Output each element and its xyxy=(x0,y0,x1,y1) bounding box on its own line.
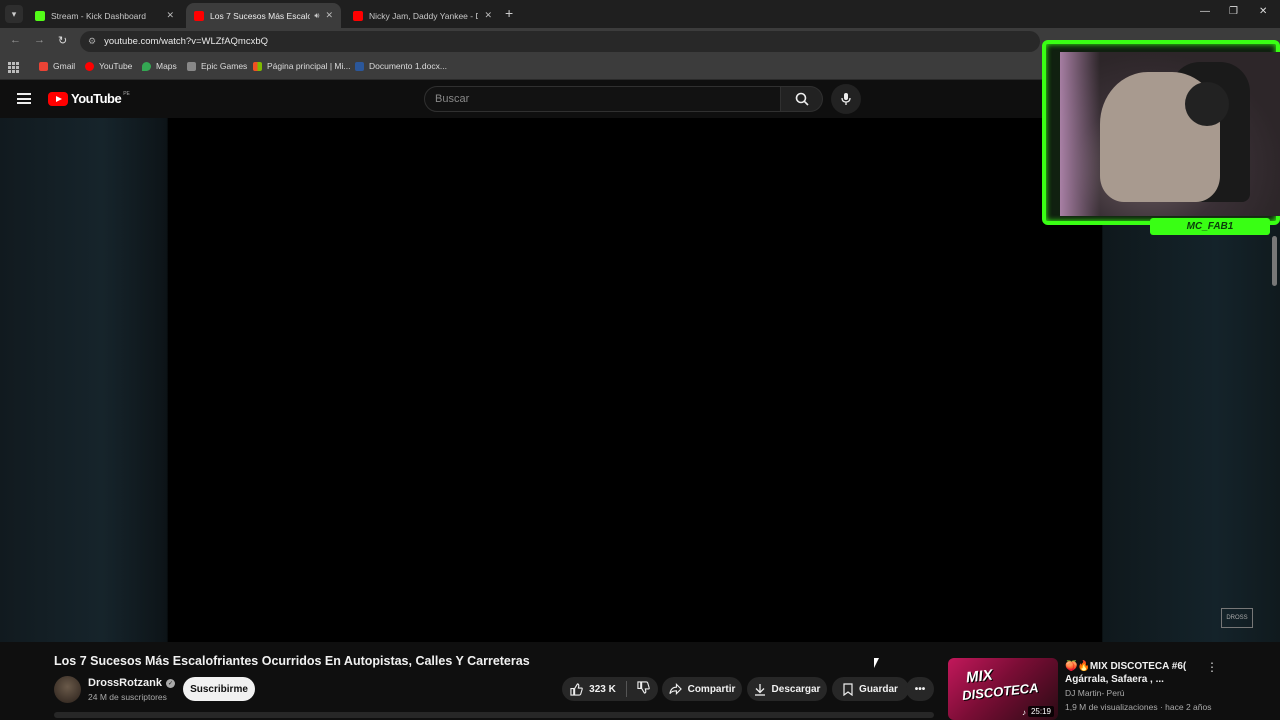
bookmark-maps[interactable]: Maps xyxy=(142,61,177,71)
kick-icon xyxy=(35,10,45,21)
music-note-icon: ♪ xyxy=(1022,708,1026,717)
bookmark-gmail[interactable]: Gmail xyxy=(39,61,75,71)
apps-grid-icon[interactable] xyxy=(8,62,19,73)
subscribe-button[interactable]: Suscribirme xyxy=(183,677,255,701)
search-input[interactable]: Buscar xyxy=(424,86,781,112)
word-icon xyxy=(355,61,364,71)
like-count: 323 K xyxy=(589,683,616,695)
thumbnail-text-line1: MIX xyxy=(965,666,994,687)
share-button[interactable]: Compartir xyxy=(662,677,742,701)
search-icon xyxy=(795,92,809,106)
browser-tab-strip: ▾ Stream - Kick Dashboard ✕ Los 7 Suceso… xyxy=(0,0,1280,28)
like-button[interactable]: 323 K xyxy=(570,682,616,696)
page-scrollbar[interactable] xyxy=(1272,236,1277,286)
window-close-button[interactable]: ✕ xyxy=(1259,6,1267,17)
tab-current-video[interactable]: Los 7 Sucesos Más Escalofri 🔊︎ ✕ xyxy=(186,3,341,28)
thumbs-up-icon xyxy=(570,682,583,696)
video-title: Los 7 Sucesos Más Escalofriantes Ocurrid… xyxy=(54,654,530,668)
site-info-icon[interactable]: ⚙ xyxy=(88,36,96,47)
search-button[interactable] xyxy=(781,86,823,112)
bookmark-microsoft[interactable]: Página principal | Mi... xyxy=(253,61,350,71)
new-tab-button[interactable]: + xyxy=(505,5,513,21)
like-dislike-group: 323 K xyxy=(562,677,658,701)
channel-avatar[interactable] xyxy=(54,676,81,703)
menu-icon[interactable] xyxy=(17,93,31,104)
youtube-logo[interactable]: YouTube PE xyxy=(48,91,130,106)
youtube-icon xyxy=(353,10,363,21)
description-bar[interactable] xyxy=(54,712,934,718)
bookmark-epic-games[interactable]: Epic Games xyxy=(187,61,247,71)
channel-name[interactable]: DrossRotzank xyxy=(88,677,162,689)
epic-games-icon xyxy=(187,61,196,71)
forward-button[interactable]: → xyxy=(34,34,45,46)
thumbs-down-icon xyxy=(637,681,650,694)
recommended-channel-name[interactable]: DJ Martin- Perú xyxy=(1065,688,1125,698)
tab-title: Los 7 Sucesos Más Escalofri xyxy=(210,10,311,21)
verified-icon: ✓ xyxy=(165,678,175,688)
share-label: Compartir xyxy=(687,683,736,695)
microsoft-icon xyxy=(253,61,262,71)
recommended-video-meta: 1,9 M de visualizaciones · hace 2 años xyxy=(1065,702,1212,712)
webcam-feed xyxy=(1060,52,1280,216)
streamer-name-tag: MC_FAB1 xyxy=(1150,218,1270,235)
youtube-icon xyxy=(194,10,204,21)
youtube-play-icon xyxy=(48,91,68,106)
subscriber-count: 24 M de suscriptores xyxy=(88,692,167,702)
bookmark-label: Maps xyxy=(156,61,177,71)
share-icon xyxy=(668,683,682,695)
microphone-icon xyxy=(841,93,851,105)
recommended-video-title[interactable]: 🍑🔥MIX DISCOTECA #6( Agárrala, Safaera , … xyxy=(1065,660,1200,686)
country-code: PE xyxy=(123,91,130,97)
bookmark-youtube[interactable]: YouTube xyxy=(85,61,132,71)
search-placeholder: Buscar xyxy=(435,93,470,105)
divider xyxy=(625,681,627,697)
bookmark-word-doc[interactable]: Documento 1.docx... xyxy=(355,61,447,71)
channel-watermark[interactable]: DROSS xyxy=(1221,608,1253,628)
dislike-button[interactable] xyxy=(637,681,650,697)
close-icon[interactable]: ✕ xyxy=(325,10,333,21)
more-actions-button[interactable]: ••• xyxy=(906,677,934,701)
bookmark-label: Página principal | Mi... xyxy=(267,61,351,71)
tab-title: Stream - Kick Dashboard xyxy=(51,10,146,21)
restore-button[interactable]: ❐ xyxy=(1229,6,1238,17)
minimize-button[interactable]: — xyxy=(1200,6,1210,17)
reload-button[interactable]: ↻ xyxy=(58,34,67,47)
youtube-icon xyxy=(85,61,94,71)
bookmark-label: Epic Games xyxy=(201,61,248,71)
bookmark-icon xyxy=(843,682,853,696)
save-button[interactable]: Guardar xyxy=(832,677,909,701)
bookmark-label: Gmail xyxy=(53,61,76,71)
close-icon[interactable]: ✕ xyxy=(484,10,492,21)
tab-search-button[interactable]: ▾ xyxy=(5,5,23,23)
more-horizontal-icon: ••• xyxy=(914,683,926,695)
video-info-section: Los 7 Sucesos Más Escalofriantes Ocurrid… xyxy=(0,642,1280,720)
tab-kick-dashboard[interactable]: Stream - Kick Dashboard ✕ xyxy=(27,3,182,28)
channel-name-row[interactable]: DrossRotzank ✓ xyxy=(88,677,175,689)
voice-search-button[interactable] xyxy=(831,84,861,114)
download-icon xyxy=(754,683,765,696)
speaker-icon[interactable]: 🔊︎ xyxy=(314,11,319,21)
gmail-icon xyxy=(39,61,48,71)
recommended-video-thumbnail[interactable]: MIX DISCOTECA ♪ 25:19 xyxy=(948,658,1058,720)
close-icon[interactable]: ✕ xyxy=(166,10,174,21)
webcam-frame xyxy=(1042,40,1280,225)
video-player[interactable] xyxy=(168,118,1102,642)
address-bar[interactable]: ⚙ youtube.com/watch?v=WLZfAQmcxbQ xyxy=(80,31,1040,52)
maps-icon xyxy=(142,61,151,71)
download-button[interactable]: Descargar xyxy=(747,677,827,701)
back-button[interactable]: ← xyxy=(10,34,21,46)
download-label: Descargar xyxy=(771,683,821,695)
video-duration: 25:19 xyxy=(1027,706,1054,717)
bookmark-label: Documento 1.docx... xyxy=(369,61,447,71)
tab-title: Nicky Jam, Daddy Yankee - Do xyxy=(369,10,479,21)
stream-webcam-overlay: MC_FAB1 xyxy=(1042,40,1280,235)
tab-nicky-jam[interactable]: Nicky Jam, Daddy Yankee - Do ✕ xyxy=(345,3,500,28)
more-vertical-icon[interactable]: ⋮ xyxy=(1206,660,1218,674)
mouse-cursor xyxy=(874,658,879,668)
url-text: youtube.com/watch?v=WLZfAQmcxbQ xyxy=(104,36,269,47)
logo-text: YouTube xyxy=(71,91,122,106)
save-label: Guardar xyxy=(859,683,898,695)
bookmark-label: YouTube xyxy=(99,61,133,71)
